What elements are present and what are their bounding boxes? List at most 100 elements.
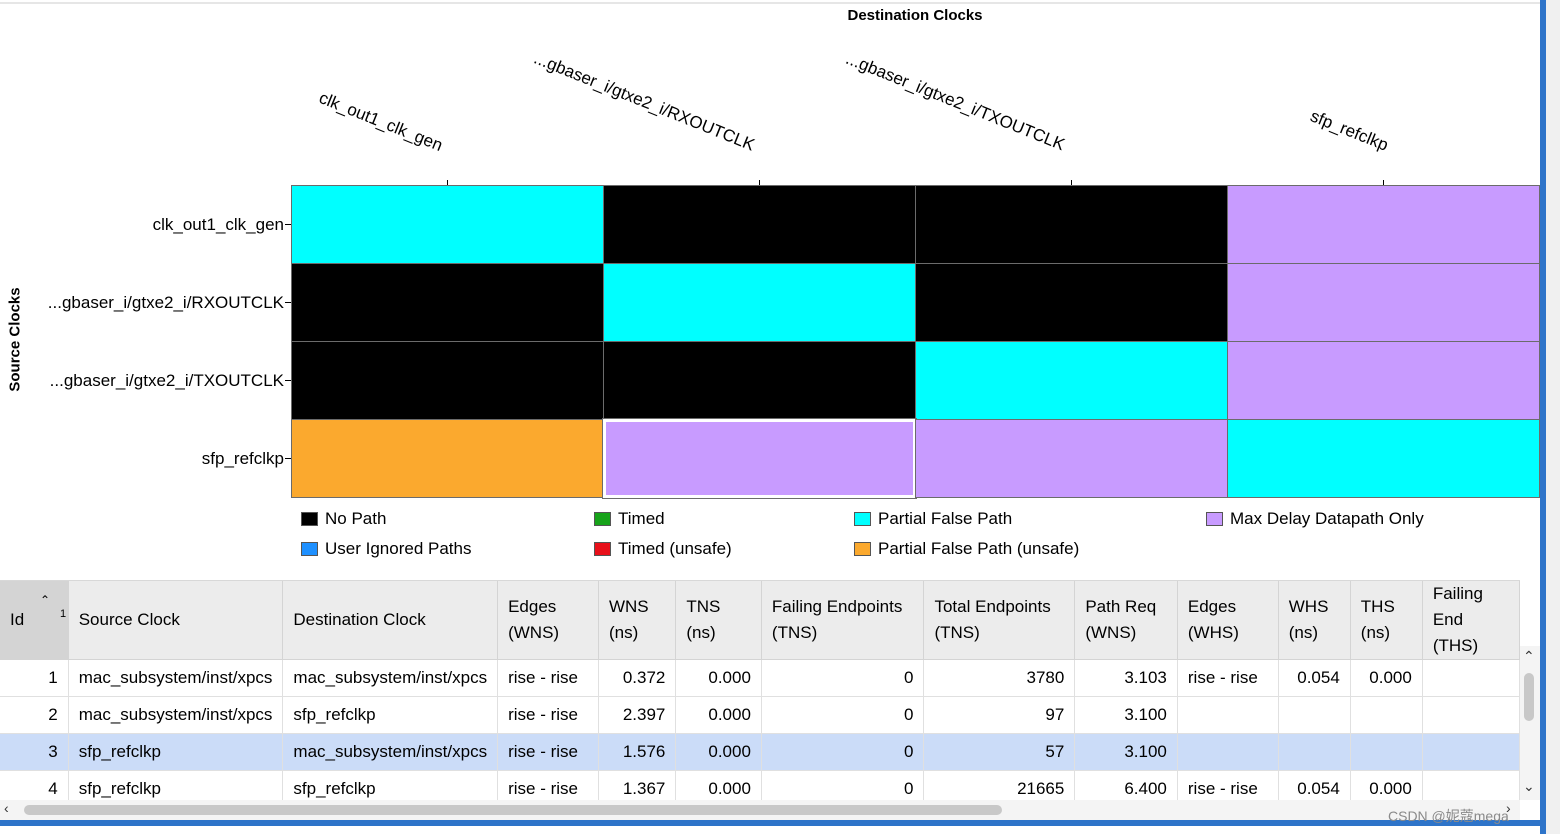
scroll-up-icon[interactable]: ⌃ <box>1523 648 1535 665</box>
col-header-clk-out1: clk_out1_clk_gen <box>316 88 446 155</box>
column-header[interactable]: WHS (ns) <box>1278 581 1351 660</box>
column-header[interactable]: Edges (WHS) <box>1177 581 1279 660</box>
window-border-bottom <box>0 820 1546 826</box>
matrix-cell[interactable] <box>603 263 916 342</box>
table-cell: rise - rise <box>497 696 599 734</box>
window-edge <box>1546 0 1560 834</box>
column-header[interactable]: Source Clock <box>68 581 284 660</box>
column-header[interactable]: Total Endpoints (TNS) <box>923 581 1076 660</box>
table-cell: 57 <box>923 733 1076 771</box>
column-header-label: (ns) <box>1360 623 1391 642</box>
column-header-label: Failing Endpoints <box>771 597 903 616</box>
col-header-rxoutclk: ...gbaser_i/gtxe2_i/RXOUTCLK <box>531 48 758 155</box>
table-cell: rise - rise <box>1177 770 1279 801</box>
table-cell: 2 <box>0 696 69 734</box>
table-cell: 4 <box>0 770 69 801</box>
matrix-cell[interactable] <box>603 341 916 420</box>
matrix-cell[interactable] <box>1227 419 1540 498</box>
table-cell: 3.103 <box>1074 659 1178 697</box>
table-cell: 0 <box>761 733 925 771</box>
vertical-scrollbar[interactable]: ⌃ ⌄ <box>1520 646 1540 800</box>
clock-interaction-grid <box>291 185 1540 499</box>
row-header-clk-out1: clk_out1_clk_gen <box>152 215 284 234</box>
table-cell: mac_subsystem/inst/xpcs <box>68 659 284 697</box>
legend-label: Partial False Path <box>878 509 1013 528</box>
table-cell: mac_subsystem/inst/xpcs <box>282 733 499 771</box>
table-cell: sfp_refclkp <box>282 770 499 801</box>
matrix-cell[interactable] <box>291 341 604 420</box>
table-cell: 3.100 <box>1074 696 1178 734</box>
legend-label: Timed (unsafe) <box>618 539 732 558</box>
table-cell: rise - rise <box>497 733 599 771</box>
table-cell: 0.000 <box>675 770 762 801</box>
matrix-cell[interactable] <box>1227 185 1540 264</box>
column-header-label: (ns) <box>608 623 639 642</box>
legend-item-partial-false-path-unsafe: Partial False Path (unsafe) <box>854 539 1079 559</box>
matrix-cell[interactable] <box>1227 263 1540 342</box>
table-cell: 0 <box>761 770 925 801</box>
column-header[interactable]: TNS (ns) <box>675 581 762 660</box>
column-header-label: (WHS) <box>1187 623 1239 642</box>
table-row[interactable]: 1 mac_subsystem/inst/xpcs mac_subsystem/in… <box>0 659 1520 697</box>
matrix-cell[interactable] <box>291 263 604 342</box>
horizontal-scrollbar[interactable]: ‹ › <box>0 800 1520 820</box>
matrix-cell[interactable] <box>291 419 604 498</box>
column-header[interactable]: Path Req (WNS) <box>1074 581 1178 660</box>
table-cell: 1.576 <box>598 733 677 771</box>
column-header[interactable]: Destination Clock <box>282 581 499 660</box>
column-header-label: WHS <box>1288 597 1329 616</box>
legend-label: Partial False Path (unsafe) <box>878 539 1080 558</box>
matrix-cell[interactable] <box>291 185 604 264</box>
column-header[interactable]: ⌃ 1 Id <box>0 581 69 660</box>
column-header[interactable]: Edges (WNS) <box>497 581 599 660</box>
horizontal-scroll-thumb[interactable] <box>24 805 1002 815</box>
table-cell: mac_subsystem/inst/xpcs <box>68 696 284 734</box>
legend-item-timed-unsafe: Timed (unsafe) <box>594 539 732 559</box>
column-header-label: Total Endpoints <box>934 597 1051 616</box>
legend-swatch <box>594 511 611 526</box>
column-header-label: Destination Clock <box>293 610 426 629</box>
column-header-label: Path Req <box>1085 597 1157 616</box>
table-cell: 3.100 <box>1074 733 1178 771</box>
legend-swatch <box>301 511 318 526</box>
matrix-cell[interactable] <box>915 341 1228 420</box>
column-header[interactable]: WNS (ns) <box>598 581 677 660</box>
matrix-cell[interactable] <box>915 263 1228 342</box>
table-cell: 0.000 <box>675 733 762 771</box>
table-row[interactable]: 2 mac_subsystem/inst/xpcs sfp_refclkp rise … <box>0 696 1520 734</box>
vertical-scroll-thumb[interactable] <box>1524 673 1534 721</box>
scroll-left-icon[interactable]: ‹ <box>4 800 9 816</box>
row-header-txoutclk: ...gbaser_i/gtxe2_i/TXOUTCLK <box>49 371 284 390</box>
column-header-label: WNS <box>608 597 649 616</box>
legend-label: No Path <box>325 509 387 528</box>
row-header-sfp-refclkp: sfp_refclkp <box>201 449 284 468</box>
matrix-cell[interactable] <box>1227 341 1540 420</box>
sort-index: 1 <box>60 608 67 620</box>
table-cell: mac_subsystem/inst/xpcs <box>282 659 499 697</box>
matrix-cell[interactable] <box>603 185 916 264</box>
matrix-cell[interactable] <box>915 185 1228 264</box>
table-row[interactable]: 4 sfp_refclkp sfp_refclkp rise - rise 1.367 0… <box>0 770 1520 801</box>
table-cell: 0.054 <box>1278 770 1351 801</box>
column-header[interactable]: Failing Endpoints (TNS) <box>761 581 925 660</box>
scroll-down-icon[interactable]: ⌄ <box>1523 778 1535 795</box>
legend-item-no-path: No Path <box>301 509 386 529</box>
source-clocks-title: Source Clocks <box>6 287 24 392</box>
matrix-cell[interactable] <box>915 419 1228 498</box>
col-header-sfp-refclkp: sfp_refclkp <box>1307 106 1391 155</box>
column-header[interactable]: Failing End (THS) <box>1422 581 1520 660</box>
column-header[interactable]: THS (ns) <box>1350 581 1423 660</box>
column-header-label: Id <box>10 610 25 629</box>
column-header-label: (THS) <box>1432 636 1479 655</box>
table-row[interactable]: 3 sfp_refclkp mac_subsystem/inst/xpcs rise … <box>0 733 1520 771</box>
legend-swatch <box>594 541 611 556</box>
table-cell: rise - rise <box>1177 659 1279 697</box>
results-table: ⌃ 1 Id Source Clock Destination Clock Edges (W… <box>0 581 1520 801</box>
destination-clocks-title: Destination Clocks <box>847 7 983 24</box>
row-header-rxoutclk: ...gbaser_i/gtxe2_i/RXOUTCLK <box>47 293 284 312</box>
table-header-row: ⌃ 1 Id Source Clock Destination Clock Edges (W… <box>0 581 1520 660</box>
column-header-label: THS <box>1360 597 1395 616</box>
column-header-label: Failing End <box>1432 584 1483 629</box>
matrix-cell[interactable] <box>602 418 917 499</box>
table-cell: 2.397 <box>598 696 677 734</box>
